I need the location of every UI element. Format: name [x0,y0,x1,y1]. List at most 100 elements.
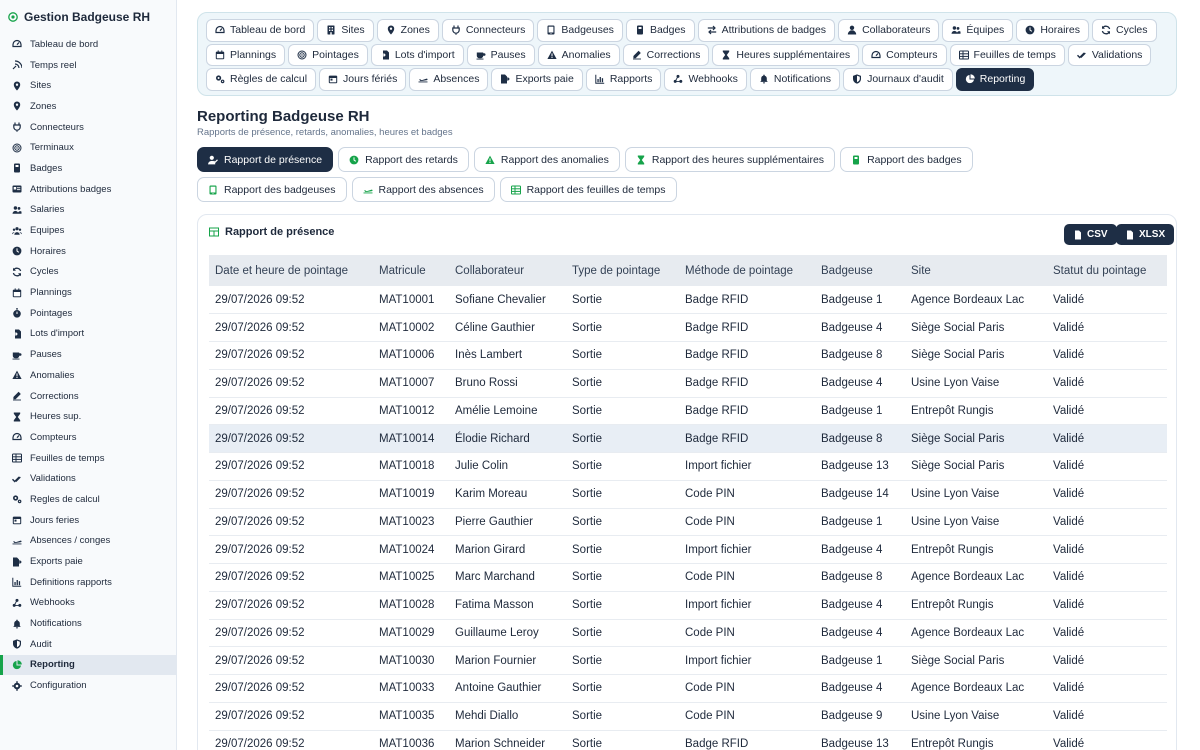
column-header-methode-de-pointage[interactable]: Méthode de pointage [679,255,815,286]
tab-heures-supplementaires[interactable]: Heures supplémentaires [712,43,860,66]
sidebar-item-webhooks[interactable]: Webhooks [0,593,176,614]
tab-feuilles-de-temps[interactable]: Feuilles de temps [949,43,1065,66]
table-row[interactable]: 29/07/2026 09:52 MAT10018 Julie Colin Sorti… [209,452,1167,481]
sidebar-item-connecteurs[interactable]: Connecteurs [0,117,176,138]
cell-type-de-pointage: Sortie [566,563,679,592]
tab-equipes[interactable]: Équipes [942,19,1014,42]
report-button-rapport-de-presence[interactable]: Rapport de présence [197,147,334,172]
table-row[interactable]: 29/07/2026 09:52 MAT10033 Antoine Gauthier… [209,674,1167,703]
report-button-rapport-des-badgeuses[interactable]: Rapport des badgeuses [197,177,347,202]
sidebar-item-audit[interactable]: Audit [0,634,176,655]
tab-webhooks[interactable]: Webhooks [664,68,747,91]
report-button-rapport-des-anomalies[interactable]: Rapport des anomalies [473,147,620,172]
column-header-collaborateur[interactable]: Collaborateur [449,255,566,286]
table-row[interactable]: 29/07/2026 09:52 MAT10030 Marion Fournier S… [209,646,1167,675]
sidebar-item-badges[interactable]: Badges [0,158,176,179]
tab-rapports[interactable]: Rapports [585,68,662,91]
sidebar-item-jours-feries[interactable]: Jours feries [0,510,176,531]
report-button-rapport-des-absences[interactable]: Rapport des absences [351,177,495,202]
tab-collaborateurs[interactable]: Collaborateurs [838,19,940,42]
table-row[interactable]: 29/07/2026 09:52 MAT10024 Marion Girard Sor… [209,535,1167,564]
tab-anomalies[interactable]: Anomalies [537,43,620,66]
sidebar-item-terminaux[interactable]: Terminaux [0,137,176,158]
tab-reporting[interactable]: Reporting [955,68,1035,91]
sidebar-item-zones[interactable]: Zones [0,96,176,117]
column-header-site[interactable]: Site [905,255,1047,286]
tab-corrections[interactable]: Corrections [622,43,710,66]
sidebar-item-heures-sup[interactable]: Heures sup. [0,406,176,427]
sidebar-item-regles-de-calcul[interactable]: Regles de calcul [0,489,176,510]
sidebar-item-equipes[interactable]: Equipes [0,220,176,241]
table-row[interactable]: 29/07/2026 09:52 MAT10036 Marion Schneider… [209,730,1167,750]
tab-sites[interactable]: Sites [317,19,374,42]
tab-absences[interactable]: Absences [409,68,489,91]
sidebar-item-validations[interactable]: Validations [0,468,176,489]
export-csv-button[interactable]: CSV [1064,224,1117,245]
sidebar-item-tableau-de-bord[interactable]: Tableau de bord [0,34,176,55]
column-header-date-et-heure-de-pointage[interactable]: Date et heure de pointage [209,255,373,286]
sidebar-item-horaires[interactable]: Horaires [0,241,176,262]
export-xlsx-button[interactable]: XLSX [1116,224,1175,245]
table-row[interactable]: 29/07/2026 09:52 MAT10002 Céline Gauthier S… [209,313,1167,342]
tab-exports-paie[interactable]: Exports paie [491,68,583,91]
table-row[interactable]: 29/07/2026 09:52 MAT10001 Sofiane Chevalie… [209,286,1167,315]
table-row[interactable]: 29/07/2026 09:52 MAT10035 Mehdi Diallo Sort… [209,702,1167,731]
app-brand[interactable]: Gestion Badgeuse RH [0,0,176,34]
sidebar-item-exports-paie[interactable]: Exports paie [0,551,176,572]
table-row[interactable]: 29/07/2026 09:52 MAT10006 Inès Lambert Sort… [209,341,1167,370]
sidebar-item-pauses[interactable]: Pauses [0,344,176,365]
table-row[interactable]: 29/07/2026 09:52 MAT10012 Amélie Lemoine So… [209,397,1167,426]
table-row[interactable]: 29/07/2026 09:52 MAT10019 Karim Moreau Sort… [209,480,1167,509]
tab-regles-de-calcul[interactable]: Règles de calcul [206,68,317,91]
sidebar-item-sites[interactable]: Sites [0,75,176,96]
report-button-rapport-des-heures-supplementaires[interactable]: Rapport des heures supplémentaires [624,147,836,172]
tab-pauses[interactable]: Pauses [466,43,535,66]
tab-lots-d-import[interactable]: Lots d'import [370,43,464,66]
sidebar-item-temps-reel[interactable]: Temps reel [0,55,176,76]
column-header-badgeuse[interactable]: Badgeuse [815,255,905,286]
tab-badges[interactable]: Badges [625,19,695,42]
tab-compteurs[interactable]: Compteurs [862,43,947,66]
sidebar-item-plannings[interactable]: Plannings [0,282,176,303]
table-row[interactable]: 29/07/2026 09:52 MAT10028 Fatima Masson Sor… [209,591,1167,620]
tab-jours-feries[interactable]: Jours fériés [319,68,407,91]
table-row[interactable]: 29/07/2026 09:52 MAT10007 Bruno Rossi Sorti… [209,369,1167,398]
sidebar-item-attributions-badges[interactable]: Attributions badges [0,179,176,200]
column-header-matricule[interactable]: Matricule [373,255,449,286]
table-row[interactable]: 29/07/2026 09:52 MAT10025 Marc Marchand Sor… [209,563,1167,592]
sidebar-item-reporting[interactable]: Reporting [0,654,176,676]
sidebar-item-configuration[interactable]: Configuration [0,675,176,696]
table-row[interactable]: 29/07/2026 09:52 MAT10014 Élodie Richard So… [209,424,1167,453]
tab-validations[interactable]: Validations [1067,43,1152,66]
sidebar-item-notifications[interactable]: Notifications [0,613,176,634]
sidebar-item-compteurs[interactable]: Compteurs [0,427,176,448]
tab-horaires[interactable]: Horaires [1016,19,1089,42]
report-button-rapport-des-badges[interactable]: Rapport des badges [840,147,973,172]
tab-zones[interactable]: Zones [376,19,439,42]
sidebar-item-anomalies[interactable]: Anomalies [0,365,176,386]
sidebar-item-feuilles-de-temps[interactable]: Feuilles de temps [0,448,176,469]
report-button-rapport-des-feuilles-de-temps[interactable]: Rapport des feuilles de temps [499,177,677,202]
tab-plannings[interactable]: Plannings [206,43,286,66]
sidebar-item-salaries[interactable]: Salaries [0,200,176,221]
tab-journaux-d-audit[interactable]: Journaux d'audit [843,68,953,91]
tab-tableau-de-bord[interactable]: Tableau de bord [206,19,315,42]
column-header-statut-du-pointage[interactable]: Statut du pointage [1047,255,1167,286]
sidebar-item-definitions-rapports[interactable]: Definitions rapports [0,572,176,593]
edit-icon [632,50,642,60]
sidebar-item-absences-conges[interactable]: Absences / conges [0,531,176,552]
tab-notifications[interactable]: Notifications [749,68,841,91]
tab-attributions-de-badges[interactable]: Attributions de badges [697,19,836,42]
tab-badgeuses[interactable]: Badgeuses [537,19,623,42]
sidebar-item-lots-d-import[interactable]: Lots d'import [0,324,176,345]
table-row[interactable]: 29/07/2026 09:52 MAT10029 Guillaume Leroy S… [209,619,1167,648]
report-button-rapport-des-retards[interactable]: Rapport des retards [338,147,469,172]
sidebar-item-corrections[interactable]: Corrections [0,386,176,407]
table-row[interactable]: 29/07/2026 09:52 MAT10023 Pierre Gauthier S… [209,508,1167,537]
sidebar-item-pointages[interactable]: Pointages [0,303,176,324]
tab-cycles[interactable]: Cycles [1092,19,1157,42]
column-header-type-de-pointage[interactable]: Type de pointage [566,255,679,286]
tab-pointages[interactable]: Pointages [288,43,368,66]
sidebar-item-cycles[interactable]: Cycles [0,262,176,283]
tab-connecteurs[interactable]: Connecteurs [441,19,535,42]
